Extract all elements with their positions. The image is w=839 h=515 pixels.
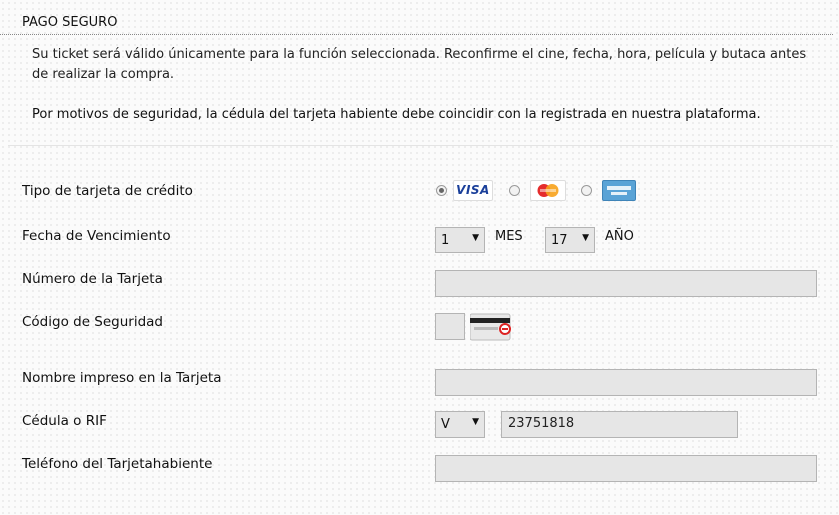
phone-input[interactable] — [435, 455, 817, 482]
section-title: PAGO SEGURO — [22, 15, 118, 30]
id-type-select[interactable]: V ▼ — [435, 411, 485, 438]
chevron-down-icon: ▼ — [472, 417, 479, 427]
card-cvv-icon — [470, 313, 511, 341]
security-code-input[interactable] — [435, 313, 465, 340]
divider — [8, 145, 833, 146]
radio-visa[interactable] — [436, 185, 447, 196]
mastercard-logo-icon — [530, 180, 566, 201]
card-number-label: Número de la Tarjeta — [22, 271, 163, 287]
year-unit-label: AÑO — [605, 229, 634, 244]
chevron-down-icon: ▼ — [472, 233, 479, 243]
chevron-down-icon: ▼ — [582, 233, 589, 243]
phone-label: Teléfono del Tarjetahabiente — [22, 456, 213, 472]
id-number-input[interactable]: 23751818 — [501, 411, 738, 438]
radio-mastercard[interactable] — [509, 185, 520, 196]
card-name-label: Nombre impreso en la Tarjeta — [22, 370, 222, 386]
card-type-label: Tipo de tarjeta de crédito — [22, 183, 193, 199]
radio-amex[interactable] — [581, 185, 592, 196]
expiry-month-select[interactable]: 1 ▼ — [435, 227, 485, 253]
visa-logo-icon: VISA — [453, 180, 493, 201]
expiry-label: Fecha de Vencimiento — [22, 228, 171, 244]
security-notice: Por motivos de seguridad, la cédula del … — [32, 107, 761, 122]
expiry-month-value: 1 — [441, 233, 450, 248]
month-unit-label: MES — [495, 229, 523, 244]
expiry-year-value: 17 — [551, 233, 568, 248]
amex-logo-icon — [602, 180, 636, 201]
validity-notice: Su ticket será válido únicamente para la… — [32, 47, 807, 82]
id-type-value: V — [441, 417, 450, 432]
card-number-input[interactable] — [435, 270, 817, 297]
section-header: PAGO SEGURO — [0, 0, 833, 35]
id-label: Cédula o RIF — [22, 413, 107, 429]
card-name-input[interactable] — [435, 369, 817, 396]
expiry-year-select[interactable]: 17 ▼ — [545, 227, 595, 253]
security-code-label: Código de Seguridad — [22, 314, 164, 330]
